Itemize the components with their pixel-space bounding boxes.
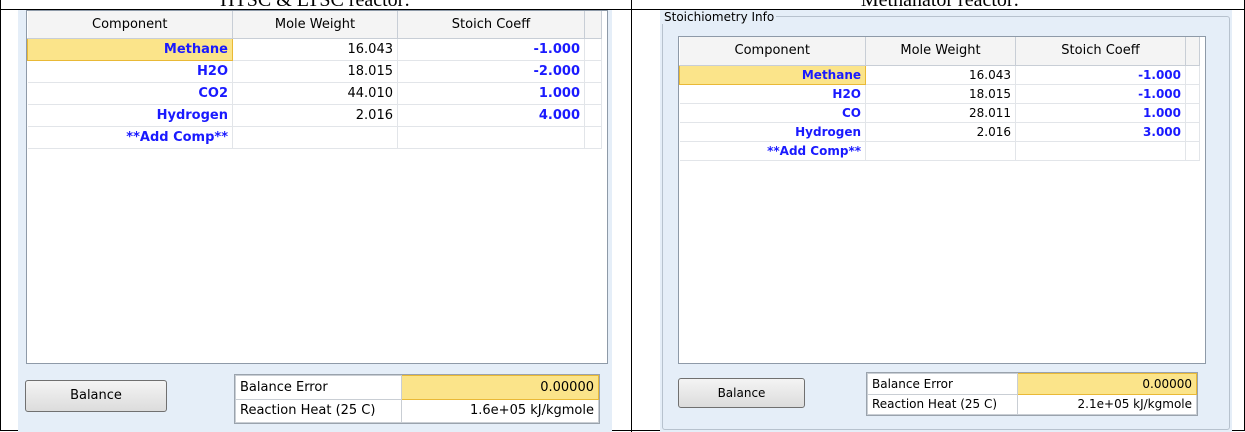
- add-comp-cell[interactable]: **Add Comp**: [27, 126, 233, 149]
- col-header-stoich-coeff[interactable]: Stoich Coeff: [397, 11, 585, 39]
- reaction-heat-label: Reaction Heat (25 C): [867, 393, 1018, 415]
- stoich-coeff-cell[interactable]: -1.000: [1015, 65, 1186, 85]
- table-row[interactable]: Hydrogen 2.016 3.000: [679, 122, 1200, 142]
- col-header-blank: [584, 11, 602, 39]
- reaction-heat-value: 2.1e+05 kJ/kgmole: [1017, 393, 1197, 415]
- balance-error-label: Balance Error: [235, 375, 402, 400]
- balance-error-value: 0.00000: [1017, 373, 1197, 395]
- add-comp-row[interactable]: **Add Comp**: [27, 126, 602, 149]
- table-row[interactable]: Methane 16.043 -1.000: [27, 37, 602, 61]
- add-comp-row[interactable]: **Add Comp**: [679, 141, 1200, 161]
- mole-weight-cell[interactable]: [232, 126, 398, 149]
- mole-weight-cell[interactable]: 2.016: [232, 104, 398, 127]
- stoich-coeff-cell[interactable]: [397, 126, 585, 149]
- stoich-coeff-cell[interactable]: 1.000: [397, 82, 585, 105]
- left-stoich-grid: Component Mole Weight Stoich Coeff Metha…: [26, 10, 608, 364]
- component-cell[interactable]: H2O: [27, 60, 233, 83]
- component-cell[interactable]: Methane: [679, 64, 866, 85]
- reaction-heat-value: 1.6e+05 kJ/kgmole: [401, 398, 599, 423]
- row-spacer: [584, 82, 602, 105]
- mole-weight-cell[interactable]: 44.010: [232, 82, 398, 105]
- col-header-stoich-coeff[interactable]: Stoich Coeff: [1015, 37, 1186, 66]
- mole-weight-cell[interactable]: 18.015: [232, 60, 398, 83]
- stoich-coeff-cell[interactable]: -2.000: [397, 60, 585, 83]
- mole-weight-cell[interactable]: 2.016: [865, 122, 1016, 142]
- stoich-coeff-cell[interactable]: 3.000: [1015, 122, 1186, 142]
- component-cell[interactable]: CO: [679, 103, 866, 123]
- table-row[interactable]: CO2 44.010 1.000: [27, 82, 602, 105]
- mole-weight-cell[interactable]: 16.043: [865, 65, 1016, 85]
- stoich-coeff-cell[interactable]: -1.000: [1015, 84, 1186, 104]
- col-header-component[interactable]: Component: [679, 37, 866, 66]
- column-divider: [631, 0, 632, 432]
- row-spacer: [1185, 141, 1200, 161]
- left-reaction-panel: Component Mole Weight Stoich Coeff Metha…: [18, 10, 612, 432]
- mole-weight-cell[interactable]: 16.043: [232, 38, 398, 61]
- table-row[interactable]: CO 28.011 1.000: [679, 103, 1200, 123]
- row-spacer: [584, 60, 602, 83]
- table-row[interactable]: H2O 18.015 -1.000: [679, 84, 1200, 104]
- left-caption: HTSC & LTSC reactor:: [150, 0, 480, 10]
- col-header-component[interactable]: Component: [27, 11, 233, 39]
- row-spacer: [584, 104, 602, 127]
- component-cell[interactable]: Hydrogen: [27, 104, 233, 127]
- row-spacer: [1185, 103, 1200, 123]
- component-cell[interactable]: H2O: [679, 84, 866, 104]
- stoich-coeff-cell[interactable]: [1015, 141, 1186, 161]
- add-comp-cell[interactable]: **Add Comp**: [679, 141, 866, 161]
- right-stoich-grid: Component Mole Weight Stoich Coeff Metha…: [678, 36, 1206, 364]
- group-title: Stoichiometry Info: [662, 10, 777, 24]
- stoich-coeff-cell[interactable]: -1.000: [397, 38, 585, 61]
- row-spacer: [584, 126, 602, 149]
- table-row[interactable]: H2O 18.015 -2.000: [27, 60, 602, 83]
- balance-info-table: Balance Error 0.00000 Reaction Heat (25 …: [866, 372, 1198, 416]
- balance-info-table: Balance Error 0.00000 Reaction Heat (25 …: [234, 374, 600, 424]
- row-spacer: [1185, 122, 1200, 142]
- row-spacer: [1185, 65, 1200, 85]
- component-cell[interactable]: Methane: [27, 37, 233, 61]
- col-header-mole-weight[interactable]: Mole Weight: [232, 11, 398, 39]
- balance-error-label: Balance Error: [867, 373, 1018, 395]
- row-spacer: [1185, 84, 1200, 104]
- right-caption: Methanator reactor:: [790, 0, 1090, 10]
- table-row[interactable]: Hydrogen 2.016 4.000: [27, 104, 602, 127]
- mole-weight-cell[interactable]: 28.011: [865, 103, 1016, 123]
- stoich-coeff-cell[interactable]: 1.000: [1015, 103, 1186, 123]
- mole-weight-cell[interactable]: 18.015: [865, 84, 1016, 104]
- balance-error-value: 0.00000: [401, 375, 599, 400]
- component-cell[interactable]: Hydrogen: [679, 122, 866, 142]
- reaction-heat-label: Reaction Heat (25 C): [235, 398, 402, 423]
- balance-button[interactable]: Balance: [678, 378, 805, 408]
- stoich-coeff-cell[interactable]: 4.000: [397, 104, 585, 127]
- balance-button[interactable]: Balance: [25, 380, 167, 412]
- row-spacer: [584, 38, 602, 61]
- table-row[interactable]: Methane 16.043 -1.000: [679, 64, 1200, 85]
- mole-weight-cell[interactable]: [865, 141, 1016, 161]
- component-cell[interactable]: CO2: [27, 82, 233, 105]
- right-reaction-panel: Stoichiometry Info Component Mole Weight…: [660, 10, 1232, 432]
- col-header-blank: [1185, 37, 1200, 66]
- col-header-mole-weight[interactable]: Mole Weight: [865, 37, 1016, 66]
